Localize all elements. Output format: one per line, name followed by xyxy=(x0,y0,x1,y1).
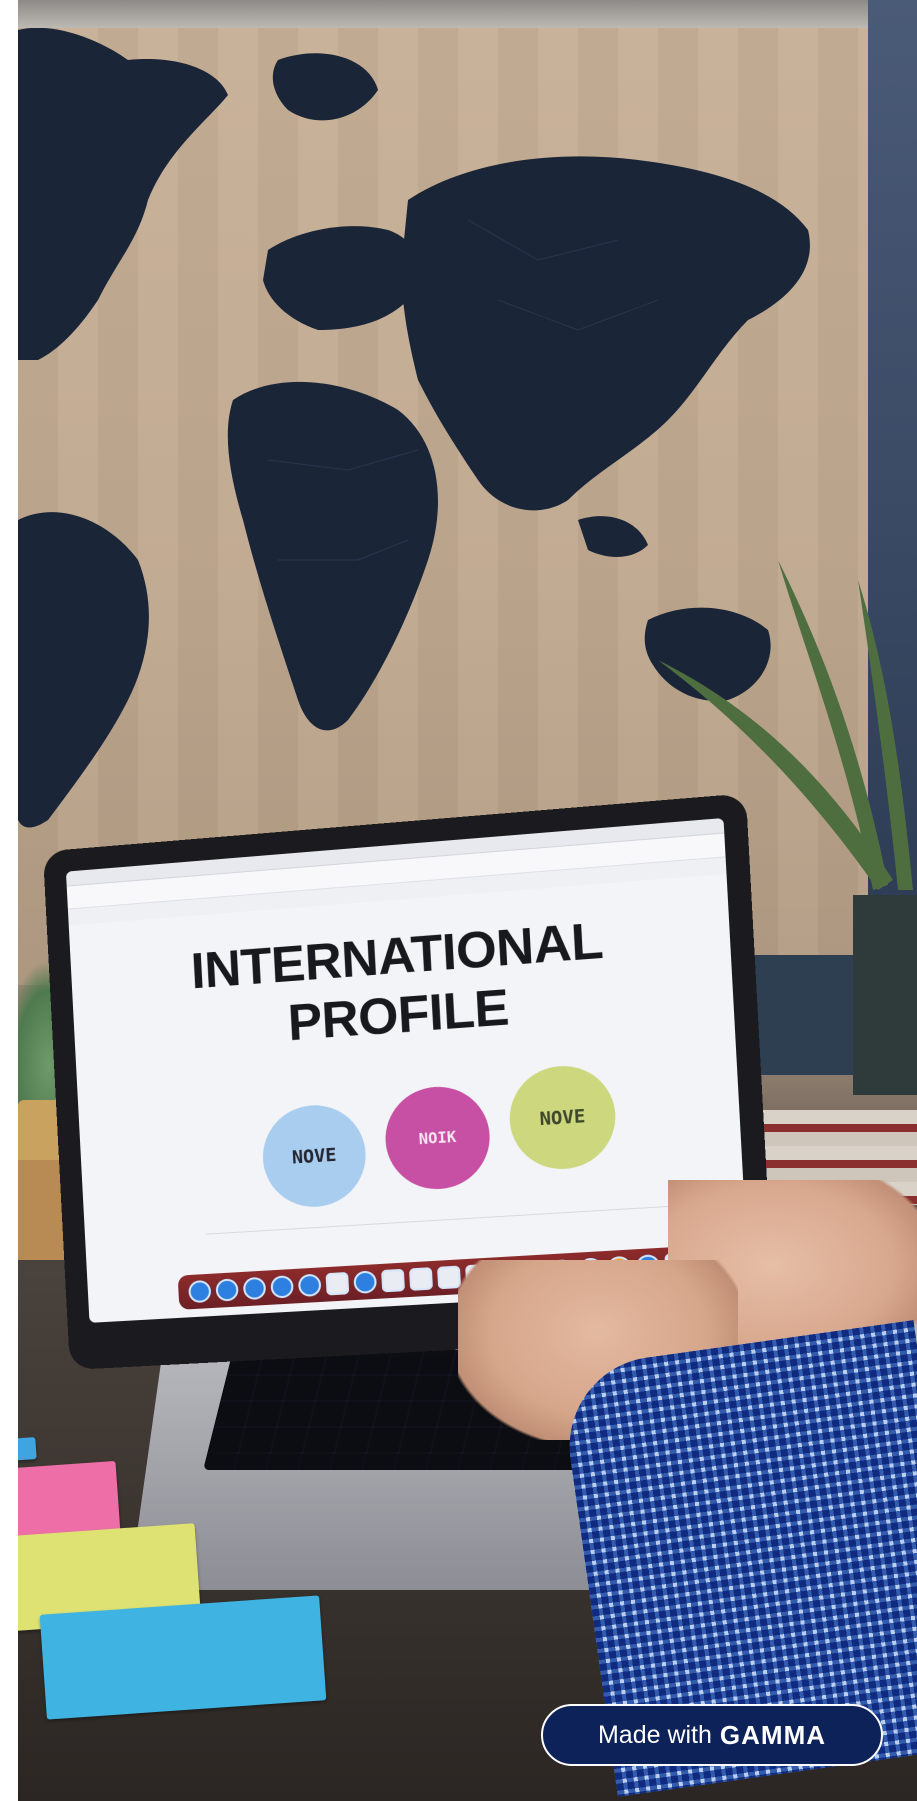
map-europe xyxy=(263,226,419,330)
screen-title: INTERNATIONAL PROFILE xyxy=(70,901,734,1067)
badge-prefix: Made with xyxy=(597,1720,712,1749)
map-africa xyxy=(227,381,438,731)
map-greenland xyxy=(272,53,378,121)
dock-app-icon xyxy=(242,1276,267,1301)
desk-photo: INTERNATIONAL PROFILE NOVE NOIK NOVE xyxy=(18,0,917,1801)
map-islands xyxy=(578,516,648,557)
laptop-screen: INTERNATIONAL PROFILE NOVE NOIK NOVE xyxy=(65,817,749,1323)
sticky-note-cyan xyxy=(39,1595,327,1720)
dock-app-icon xyxy=(381,1268,406,1293)
tapestry-rod xyxy=(18,0,917,28)
plant-pot-right xyxy=(853,895,917,1095)
dock-app-icon xyxy=(270,1275,294,1299)
circle-1: NOVE xyxy=(260,1102,369,1210)
circle-3: NOVE xyxy=(507,1062,619,1173)
dock-app-icon xyxy=(353,1270,378,1294)
dock-app-icon xyxy=(325,1271,350,1296)
dock-app-icon xyxy=(409,1267,434,1291)
circle-2: NOIK xyxy=(382,1083,493,1193)
map-asia xyxy=(401,156,810,511)
map-north-america xyxy=(18,27,228,361)
sticky-note-pink xyxy=(18,1460,121,1540)
dock-app-icon xyxy=(297,1273,322,1298)
left-margin xyxy=(0,0,18,1801)
gamma-logo: GAMMA xyxy=(719,1719,827,1750)
sticky-note-blue-small xyxy=(18,1437,37,1461)
map-south-america xyxy=(18,512,149,828)
made-with-gamma-badge[interactable]: Made with GAMMA xyxy=(541,1704,883,1766)
dock-app-icon xyxy=(215,1278,239,1302)
screen-caption-row xyxy=(205,1203,703,1249)
dock-app-icon xyxy=(188,1279,212,1304)
photo-scene: INTERNATIONAL PROFILE NOVE NOIK NOVE Mad… xyxy=(0,0,917,1801)
